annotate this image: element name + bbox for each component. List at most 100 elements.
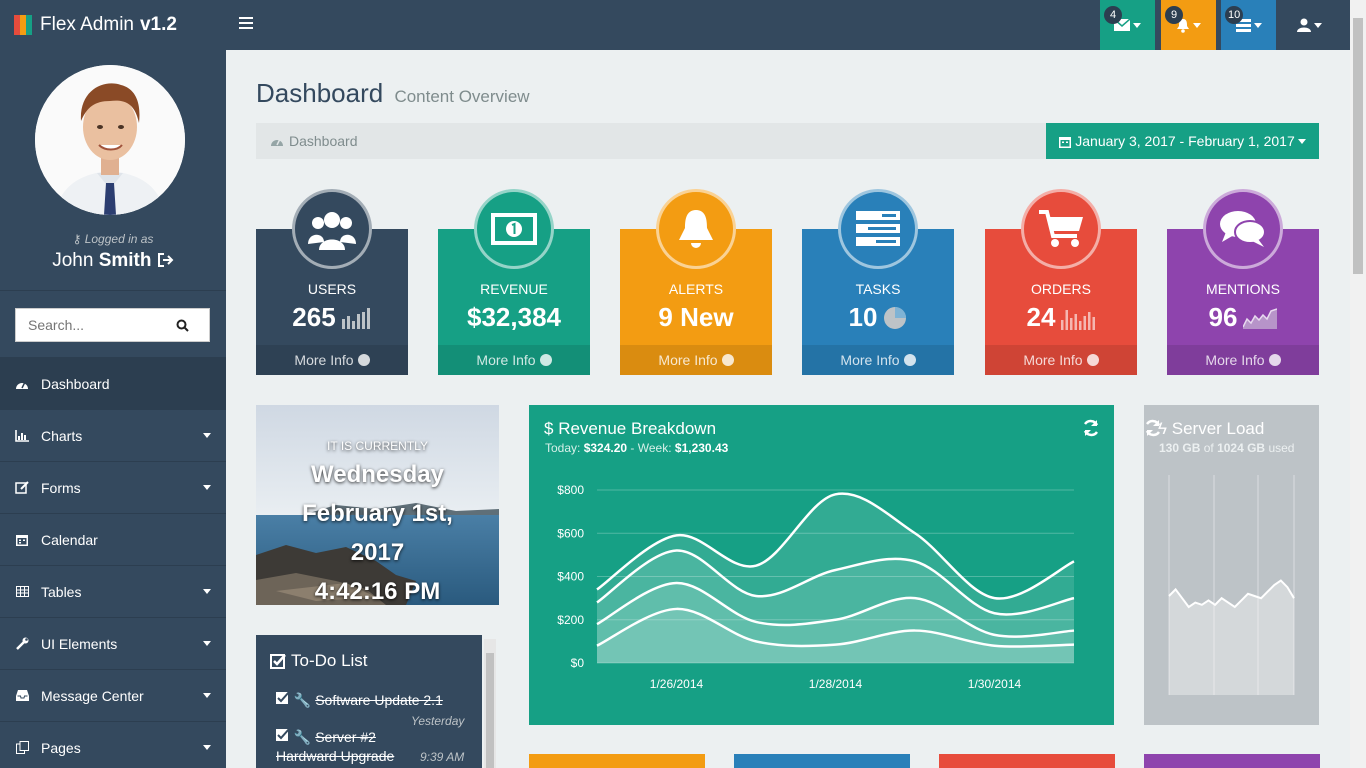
table-icon [15,585,29,599]
x-tick-label: 1/28/2014 [809,677,863,691]
search-icon[interactable] [176,319,189,332]
wrench-icon: 🔧 [293,729,312,745]
sidebar-item-forms[interactable]: Forms [0,462,226,514]
logged-in-label: ⚷ Logged in as [72,232,154,246]
page-title: Dashboard Content Overview [256,78,530,108]
arrow-circle-right-icon [539,354,552,366]
sidebar-item-ui-elements[interactable]: UI Elements [0,618,226,670]
sidebar-item-message-center[interactable]: Message Center [0,670,226,722]
messages-dropdown[interactable]: 4 [1100,0,1155,50]
date-range-picker[interactable]: January 3, 2017 - February 1, 2017 [1046,123,1319,159]
brand-logo-icon [14,15,32,35]
tile-label: MENTIONS [1206,281,1280,297]
more-info-link[interactable]: More Info [985,345,1137,375]
todo-item[interactable]: 🔧 Software Update 2.1 [276,691,443,709]
sidebar-toggle-icon[interactable] [239,17,253,32]
sidebar-item-charts[interactable]: Charts [0,410,226,462]
messages-badge: 4 [1104,6,1122,24]
inbox-icon [15,689,29,703]
sidebar-nav: Dashboard Charts Forms Calendar Tables U… [0,358,226,768]
bottom-widget-purple [1144,754,1320,768]
clock-time: 4:42:16 PM [314,578,441,605]
breadcrumb-item-dashboard[interactable]: Dashboard [289,133,358,149]
arrow-circle-right-icon [721,354,734,366]
more-info-link[interactable]: More Info [438,345,590,375]
checkbox-checked-icon[interactable] [276,691,290,705]
y-tick-label: $0 [571,656,585,670]
bar-chart-icon [15,429,29,443]
alerts-tile[interactable]: ALERTS 9 New More Info [620,189,772,375]
alerts-dropdown[interactable]: 9 [1161,0,1216,50]
scrollbar-thumb[interactable] [486,653,494,768]
sidebar-item-tables[interactable]: Tables [0,566,226,618]
revenue-tile[interactable]: REVENUE $32,384 More Info [438,189,590,375]
refresh-icon[interactable] [1144,419,1162,437]
user-dropdown[interactable] [1282,0,1337,50]
tile-value: 24 [985,302,1137,333]
todo-scrollbar[interactable] [484,639,496,768]
brand-version: v1.2 [139,14,177,35]
chevron-down-icon [1314,22,1322,28]
wrench-icon: 🔧 [293,692,312,708]
sidebar-item-calendar[interactable]: Calendar [0,514,226,566]
mentions-tile[interactable]: MENTIONS 96 More Info [1167,189,1319,375]
load-area [1169,580,1294,695]
sidebar-item-label: Pages [41,739,81,756]
orders-tile[interactable]: ORDERS 24 More Info [985,189,1137,375]
check-square-icon [270,654,286,669]
todo-time: 9:39 AM [420,750,465,764]
search-input[interactable] [16,317,176,333]
tile-value: $32,384 [467,302,561,332]
chevron-down-icon [203,433,211,438]
sidebar-search[interactable] [15,308,210,342]
checkbox-checked-icon[interactable] [276,728,290,742]
files-icon [15,741,29,755]
sidebar-item-dashboard[interactable]: Dashboard [0,358,226,410]
sidebar-item-label: Tables [41,583,82,600]
money-icon [474,189,554,269]
more-info-link[interactable]: More Info [802,345,954,375]
chevron-down-icon [203,589,211,594]
tile-label: USERS [307,281,357,297]
more-info-link[interactable]: More Info [1167,345,1319,375]
brand[interactable]: Flex Admin v1.2 [14,13,177,37]
page-scrollbar[interactable] [1350,0,1366,768]
x-tick-label: 1/26/2014 [650,677,704,691]
x-tick-label: 1/30/2014 [968,677,1022,691]
users-tile[interactable]: USERS 265 More Info [256,189,408,375]
tasks-dropdown[interactable]: 10 [1221,0,1276,50]
sidebar-item-pages[interactable]: Pages [0,722,226,768]
scrollbar-thumb[interactable] [1353,18,1363,274]
sign-out-icon[interactable] [157,253,174,267]
chevron-down-icon [1253,22,1262,28]
clock-widget: IT IS CURRENTLY Wednesday February 1st, … [256,405,499,605]
refresh-icon[interactable] [1082,419,1100,437]
sidebar-item-label: UI Elements [41,635,118,652]
brand-name: Flex Admin [40,14,134,35]
chevron-down-icon [203,485,211,490]
server-load-summary: 130 GB of 1024 GB used [1159,441,1295,455]
sidebar-item-label: Dashboard [41,375,110,392]
server-load-title: ϟ Server Load [1158,419,1265,438]
wrench-icon [15,637,29,651]
tasks-tile[interactable]: TASKS 10 More Info [802,189,954,375]
tile-label: ALERTS [668,281,724,297]
server-load-widget: ϟ Server Load 130 GB of 1024 GB used [1144,405,1319,725]
revenue-summary: Today: $324.20 - Week: $1,230.43 [545,441,729,455]
more-info-link[interactable]: More Info [256,345,408,375]
users-icon [292,189,372,269]
tile-value: 265 [256,302,408,333]
todo-item[interactable]: 🔧 Server #2 [276,728,376,746]
tile-value: 9 New [658,302,734,332]
clock-date: February 1st, [302,500,453,527]
revenue-breakdown-widget: $0 $200 $400 $600 $800 1/26/2014 1/28/2014 1/30… [529,405,1114,725]
bar-sparkline-icon [1061,309,1096,330]
avatar[interactable] [35,65,185,215]
y-tick-label: $600 [557,526,584,540]
dashboard-icon [15,377,29,391]
chevron-down-icon [1133,22,1141,28]
chevron-down-icon [203,693,211,698]
todo-list-widget: To-Do List 🔧 Software Update 2.1 Yesterd… [256,635,482,768]
edit-icon [15,481,29,495]
more-info-link[interactable]: More Info [620,345,772,375]
